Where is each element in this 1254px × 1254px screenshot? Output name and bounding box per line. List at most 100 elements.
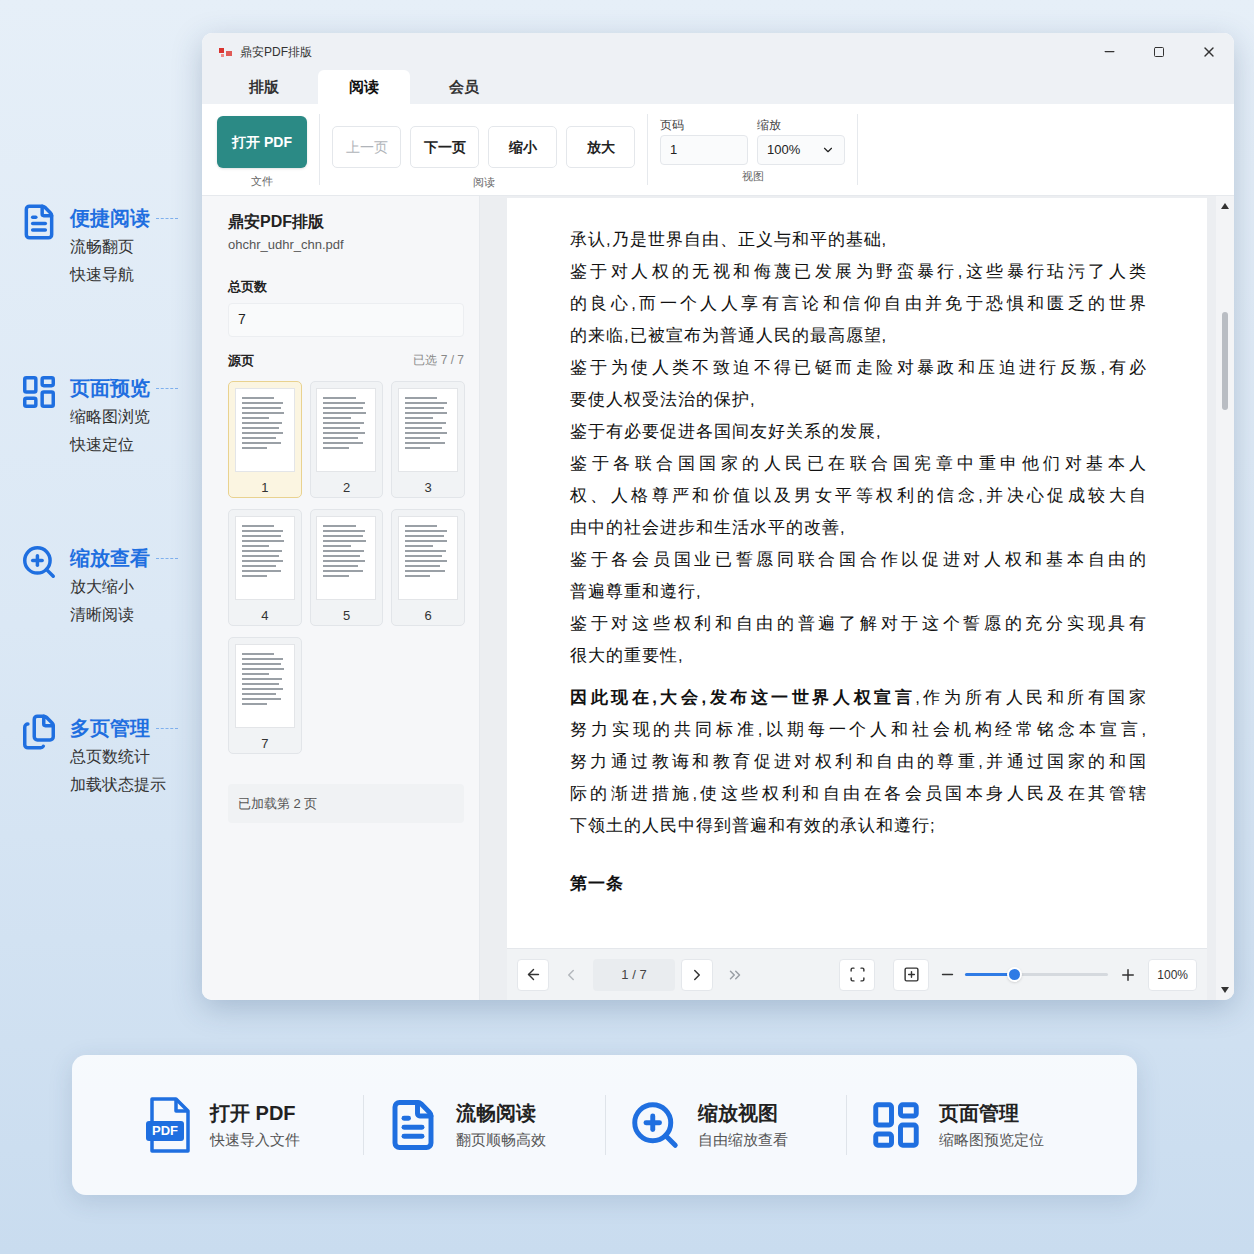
text-line: 由中的社会进步和生活水平的改善, xyxy=(570,511,1147,543)
feature-item: 流畅阅读翻页顺畅高效 xyxy=(363,1095,604,1155)
thumbnail[interactable]: 3 xyxy=(391,381,465,498)
feature-subtitle: 快速导入文件 xyxy=(210,1128,300,1152)
back-button[interactable] xyxy=(517,959,549,991)
paragraph: 鉴于各会员国业已誓愿同联合国合作以促进对人权和基本自由的普遍尊重和遵行, xyxy=(570,543,1207,607)
pdf-file-icon: PDF xyxy=(144,1096,194,1154)
title-bar: 鼎安PDF排版 xyxy=(202,33,1234,70)
pages-icon xyxy=(20,713,58,751)
text-line: 努力实现的共同标准,以期每一个人和社会机构经常铭念本宣言, xyxy=(570,713,1147,745)
text-line: 承认,乃是世界自由、正义与和平的基础, xyxy=(570,223,1147,255)
toolbar-button[interactable]: 放大 xyxy=(566,126,635,168)
text-line: 鉴于有必要促进各国间友好关系的发展, xyxy=(570,415,1147,447)
last-button[interactable] xyxy=(719,959,751,991)
callout-connector xyxy=(156,218,178,219)
zoom-slider[interactable] xyxy=(965,973,1108,976)
paragraph: 鉴于有必要促进各国间友好关系的发展, xyxy=(570,415,1207,447)
feature-subtitle: 自由缩放查看 xyxy=(698,1128,788,1152)
fit-page-icon xyxy=(903,966,920,983)
scroll-up-icon[interactable] xyxy=(1220,202,1230,210)
thumbnail[interactable]: 7 xyxy=(228,637,302,754)
scrollbar-thumb[interactable] xyxy=(1222,312,1228,410)
tab[interactable]: 会员 xyxy=(418,70,510,104)
thumbnail-label: 2 xyxy=(343,478,350,498)
tab-bar: 排版阅读会员 xyxy=(202,70,1234,104)
group-label: 视图 xyxy=(742,168,764,185)
toolbar: 打开 PDF文件上一页下一页缩小放大阅读页码1缩放100%视图 xyxy=(202,104,1234,196)
open-pdf-button[interactable]: 打开 PDF xyxy=(217,116,307,168)
zoom-slider-knob[interactable] xyxy=(1007,967,1022,982)
plus-icon xyxy=(1119,966,1137,984)
text-line: 鉴于对这些权利和自由的普遍了解对于这个誓愿的充分实现具有 xyxy=(570,607,1147,639)
feature-title: 流畅阅读 xyxy=(456,1098,546,1128)
file-name: ohchr_udhr_chn.pdf xyxy=(228,235,464,255)
scroll-down-icon[interactable] xyxy=(1220,986,1230,994)
callout: 多页管理总页数统计加载状态提示 xyxy=(20,713,202,799)
callout-line: 放大缩小 xyxy=(70,573,178,601)
document-icon xyxy=(386,1098,440,1152)
feature-item: PDF 打开 PDF快速导入文件 xyxy=(122,1095,363,1155)
feature-strip: PDF打开 PDF快速导入文件流畅阅读翻页顺畅高效缩放视图自由缩放查看页面管理缩… xyxy=(72,1055,1137,1195)
thumbnail[interactable]: 1 xyxy=(228,381,302,498)
grid-icon xyxy=(20,373,58,411)
callout-connector xyxy=(156,388,178,389)
text-line: 际的渐进措施,使这些权利和自由在各会员国本身人民及在其管辖 xyxy=(570,777,1147,809)
scrollbar[interactable] xyxy=(1216,196,1234,1000)
thumbnail-page xyxy=(398,388,458,472)
prev-button[interactable] xyxy=(555,959,587,991)
callout-line: 清晰阅读 xyxy=(70,601,178,629)
paragraph: 鉴于为使人类不致迫不得已铤而走险对暴政和压迫进行反叛,有必要使人权受法治的保护, xyxy=(570,351,1207,415)
callout: 页面预览缩略图浏览快速定位 xyxy=(20,373,202,459)
tab[interactable]: 阅读 xyxy=(318,70,410,104)
zoom-select[interactable]: 100% xyxy=(757,135,845,165)
field-label: 缩放 xyxy=(757,117,845,133)
viewer: 承认,乃是世界自由、正义与和平的基础,鉴于对人权的无视和侮蔑已发展为野蛮暴行,这… xyxy=(480,196,1234,1000)
callout-connector xyxy=(156,728,178,729)
next-button[interactable] xyxy=(681,959,713,991)
callout-line: 总页数统计 xyxy=(70,743,178,771)
fit-page-button[interactable] xyxy=(893,959,929,991)
app-logo-icon xyxy=(218,46,234,58)
text-line: 鉴于为使人类不致迫不得已铤而走险对暴政和压迫进行反叛,有必 xyxy=(570,351,1147,383)
article-heading: 第一条 xyxy=(570,871,1207,897)
maximize-icon[interactable] xyxy=(1134,46,1184,58)
page-indicator: 1 / 7 xyxy=(593,959,675,991)
zoom-out-button[interactable] xyxy=(935,959,959,991)
thumbnail[interactable]: 5 xyxy=(310,509,384,626)
field-label: 页码 xyxy=(660,117,748,133)
read-group: 上一页下一页缩小放大阅读 xyxy=(332,104,635,195)
callout: 缩放查看放大缩小清晰阅读 xyxy=(20,543,202,629)
zoom-in-button[interactable] xyxy=(1114,959,1142,991)
viewer-bar: 1 / 7100% xyxy=(507,948,1207,1000)
paragraph: 因此现在,大会,发布这一世界人权宣言,作为所有人民和所有国家努力实现的共同标准,… xyxy=(570,681,1207,841)
thumbnail[interactable]: 4 xyxy=(228,509,302,626)
zoom-icon xyxy=(628,1098,682,1152)
text-line: 因此现在,大会,发布这一世界人权宣言,作为所有人民和所有国家 xyxy=(570,681,1147,713)
fit-width-button[interactable] xyxy=(839,959,875,991)
thumbnail[interactable]: 6 xyxy=(391,509,465,626)
thumbnail-grid: 1 2 3 4 5 67 xyxy=(228,381,465,754)
text-line: 很大的重要性, xyxy=(570,639,1147,671)
feature-title: 缩放视图 xyxy=(698,1098,788,1128)
thumbnail-page xyxy=(235,388,295,472)
separator xyxy=(857,114,858,185)
text-line: 鉴于各联合国国家的人民已在联合国宪章中重申他们对基本人 xyxy=(570,447,1147,479)
pdf-icon-label: PDF xyxy=(146,1121,184,1141)
document-page: 承认,乃是世界自由、正义与和平的基础,鉴于对人权的无视和侮蔑已发展为野蛮暴行,这… xyxy=(507,198,1207,948)
text-line: 要使人权受法治的保护, xyxy=(570,383,1147,415)
toolbar-button[interactable]: 下一页 xyxy=(410,126,479,168)
page-input[interactable]: 1 xyxy=(660,135,748,165)
toolbar-button[interactable]: 上一页 xyxy=(332,126,401,168)
paragraph: 鉴于对人权的无视和侮蔑已发展为野蛮暴行,这些暴行玷污了人类的良心,而一个人人享有… xyxy=(570,255,1207,351)
thumbnail-page xyxy=(316,516,376,600)
toolbar-button[interactable]: 缩小 xyxy=(488,126,557,168)
app-window: 鼎安PDF排版排版阅读会员打开 PDF文件上一页下一页缩小放大阅读页码1缩放10… xyxy=(202,33,1234,1000)
minimize-icon[interactable] xyxy=(1084,44,1134,59)
thumbnail-label: 3 xyxy=(425,478,432,498)
feature-title: 打开 PDF xyxy=(210,1098,300,1128)
thumbnail-label: 5 xyxy=(343,606,350,626)
thumbnail[interactable]: 2 xyxy=(310,381,384,498)
close-icon[interactable] xyxy=(1184,44,1234,60)
tab[interactable]: 排版 xyxy=(218,70,310,104)
text-line: 鉴于各会员国业已誓愿同联合国合作以促进对人权和基本自由的 xyxy=(570,543,1147,575)
text-line: 普遍尊重和遵行, xyxy=(570,575,1147,607)
